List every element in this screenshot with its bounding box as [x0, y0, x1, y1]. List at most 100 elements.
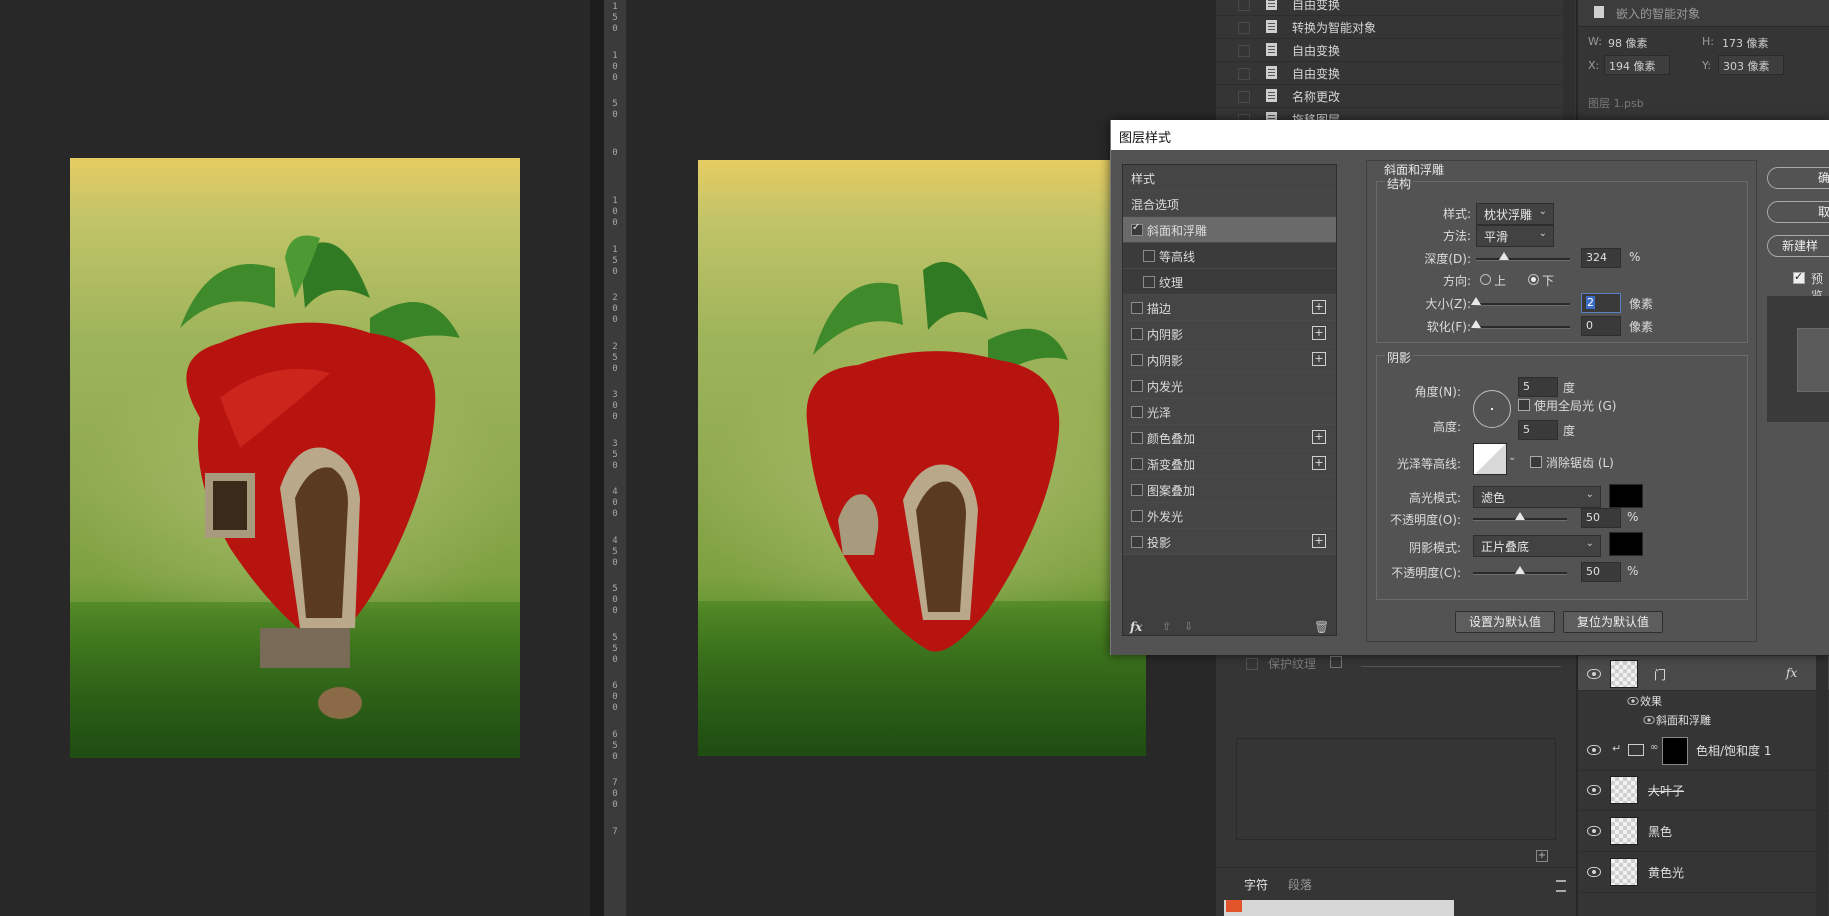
history-scrollbar[interactable] [1563, 0, 1575, 135]
fx-icon[interactable]: fx [1786, 666, 1797, 680]
style-item-row[interactable]: 等高线 [1123, 243, 1336, 269]
layer-row[interactable]: 门 fx [1578, 656, 1829, 691]
size-slider-thumb[interactable] [1471, 297, 1481, 305]
style-item-row[interactable]: 描边 + [1123, 295, 1336, 321]
style-item-checkbox[interactable] [1131, 510, 1143, 522]
history-snapshot-checkbox[interactable] [1238, 91, 1250, 103]
blend-options-row[interactable]: 混合选项 [1123, 191, 1336, 217]
style-item-checkbox[interactable] [1131, 380, 1143, 392]
layer-row[interactable]: 大叶子 [1578, 770, 1829, 811]
style-item-row[interactable]: 投影 + [1123, 529, 1336, 555]
style-item-checkbox[interactable] [1131, 432, 1143, 444]
panel-menu-icon[interactable] [1556, 880, 1566, 892]
gloss-contour-picker[interactable] [1473, 443, 1507, 475]
global-light-checkbox[interactable] [1518, 399, 1530, 411]
size-input[interactable]: 2 [1581, 293, 1621, 313]
layer-name[interactable]: 大叶子 [1648, 782, 1684, 799]
layer-name[interactable]: 门 [1654, 666, 1666, 683]
lower-left-panel[interactable]: 保护纹理 + 字符 段落 [1216, 650, 1576, 916]
ok-button[interactable]: 确 [1767, 167, 1829, 189]
style-item-row[interactable]: 外发光 [1123, 503, 1336, 529]
make-default-button[interactable]: 设置为默认值 [1455, 611, 1555, 633]
history-item[interactable]: 转换为智能对象 [1216, 16, 1561, 39]
eye-icon[interactable] [1587, 826, 1601, 836]
style-item-checkbox[interactable] [1131, 536, 1143, 548]
layer-style-dialog[interactable]: 图层样式 样式 混合选项 ✓ 斜面和浮雕 等高线 纹理 描边 + 内阴影 + 内阴影 + 内发光 光泽… [1110, 120, 1829, 655]
eye-icon[interactable] [1587, 785, 1601, 795]
style-item-checkbox[interactable] [1131, 484, 1143, 496]
style-item-row[interactable]: 光泽 [1123, 399, 1336, 425]
style-item-checkbox[interactable]: ✓ [1131, 222, 1143, 236]
history-panel[interactable]: 自由变换转换为智能对象自由变换自由变换名称更改拖移图层 [1216, 0, 1576, 135]
soften-input[interactable]: 0 [1581, 316, 1621, 336]
shadow-mode-select[interactable]: 正片叠底 ⌄ [1473, 535, 1601, 557]
style-item-row[interactable]: 纹理 [1123, 269, 1336, 295]
history-snapshot-checkbox[interactable] [1238, 68, 1250, 80]
altitude-input[interactable]: 5 [1518, 420, 1558, 440]
style-item-checkbox[interactable] [1143, 276, 1155, 288]
layers-panel[interactable]: 门 fx 效果 斜面和浮雕 ↵ ∞ 色相/饱和度 1 大叶子 黑色 黄色光 [1578, 650, 1829, 916]
shadow-opacity-input[interactable]: 50 [1581, 562, 1621, 582]
eye-icon[interactable] [1627, 697, 1639, 705]
properties-panel[interactable]: 嵌入的智能对象 W: 98 像素 H: 173 像素 X: 194 像素 Y: … [1578, 0, 1829, 120]
eye-icon[interactable] [1587, 669, 1601, 679]
tab-paragraph[interactable]: 段落 [1288, 876, 1312, 893]
angle-input[interactable]: 5 [1518, 377, 1558, 397]
shadow-opacity-thumb[interactable] [1515, 566, 1525, 574]
add-icon[interactable]: + [1536, 850, 1548, 862]
depth-slider[interactable] [1476, 252, 1570, 261]
add-effect-icon[interactable]: + [1312, 456, 1326, 470]
bevel-style-select[interactable]: 枕状浮雕 ⌄ [1476, 203, 1554, 225]
style-item-checkbox[interactable] [1131, 302, 1143, 314]
new-style-button[interactable]: 新建样 [1767, 235, 1829, 257]
highlight-opacity-slider[interactable] [1473, 512, 1567, 521]
angle-dial[interactable] [1473, 390, 1511, 428]
depth-input[interactable]: 324 [1581, 248, 1621, 268]
eye-icon[interactable] [1643, 716, 1655, 724]
style-item-row[interactable]: 颜色叠加 + [1123, 425, 1336, 451]
history-item[interactable]: 自由变换 [1216, 62, 1561, 85]
tab-character[interactable]: 字符 [1244, 876, 1268, 893]
app-icon[interactable] [1226, 900, 1242, 912]
style-item-row[interactable]: 渐变叠加 + [1123, 451, 1336, 477]
add-effect-icon[interactable]: + [1312, 300, 1326, 314]
antialias-checkbox[interactable] [1530, 456, 1542, 468]
highlight-opacity-thumb[interactable] [1515, 512, 1525, 520]
x-input[interactable]: 194 像素 [1604, 55, 1670, 75]
history-snapshot-checkbox[interactable] [1238, 45, 1250, 57]
style-item-checkbox[interactable] [1131, 458, 1143, 470]
depth-slider-thumb[interactable] [1499, 252, 1510, 260]
y-input[interactable]: 303 像素 [1718, 55, 1784, 75]
w-value[interactable]: 98 像素 [1608, 35, 1648, 51]
chevron-down-icon[interactable]: ⌄ [1508, 452, 1516, 463]
soften-slider[interactable] [1471, 320, 1570, 329]
style-item-row[interactable]: 图案叠加 [1123, 477, 1336, 503]
add-effect-icon[interactable]: + [1312, 534, 1326, 548]
style-item-row[interactable]: 内阴影 + [1123, 347, 1336, 373]
soften-slider-thumb[interactable] [1471, 320, 1481, 328]
move-up-icon[interactable]: ⇧ [1162, 620, 1171, 633]
style-item-checkbox[interactable] [1131, 354, 1143, 366]
highlight-mode-select[interactable]: 滤色 ⌄ [1473, 486, 1601, 508]
direction-down-radio[interactable] [1528, 274, 1539, 285]
styles-list[interactable]: 样式 混合选项 ✓ 斜面和浮雕 等高线 纹理 描边 + 内阴影 + 内阴影 + 内发光 光泽 颜色叠加 +… [1122, 164, 1337, 636]
shadow-opacity-slider[interactable] [1473, 566, 1567, 575]
history-item[interactable]: 名称更改 [1216, 85, 1561, 108]
technique-select[interactable]: 平滑 ⌄ [1476, 225, 1554, 247]
add-effect-icon[interactable]: + [1312, 326, 1326, 340]
add-effect-icon[interactable]: + [1312, 430, 1326, 444]
h-value[interactable]: 173 像素 [1722, 35, 1769, 51]
cancel-button[interactable]: 取 [1767, 201, 1829, 223]
history-item[interactable]: 自由变换 [1216, 39, 1561, 62]
layer-row[interactable]: 黑色 [1578, 811, 1829, 852]
style-item-row[interactable]: 内阴影 + [1123, 321, 1336, 347]
layer-mask-thumbnail[interactable] [1662, 737, 1688, 765]
move-down-icon[interactable]: ⇩ [1184, 620, 1193, 633]
preview-checkbox[interactable]: ✓ [1793, 270, 1805, 284]
history-snapshot-checkbox[interactable] [1238, 0, 1250, 11]
highlight-opacity-input[interactable]: 50 [1581, 508, 1621, 528]
add-effect-icon[interactable]: + [1312, 352, 1326, 366]
shadow-color-swatch[interactable] [1609, 532, 1643, 556]
style-item-checkbox[interactable] [1143, 250, 1155, 262]
style-item-row[interactable]: 内发光 [1123, 373, 1336, 399]
